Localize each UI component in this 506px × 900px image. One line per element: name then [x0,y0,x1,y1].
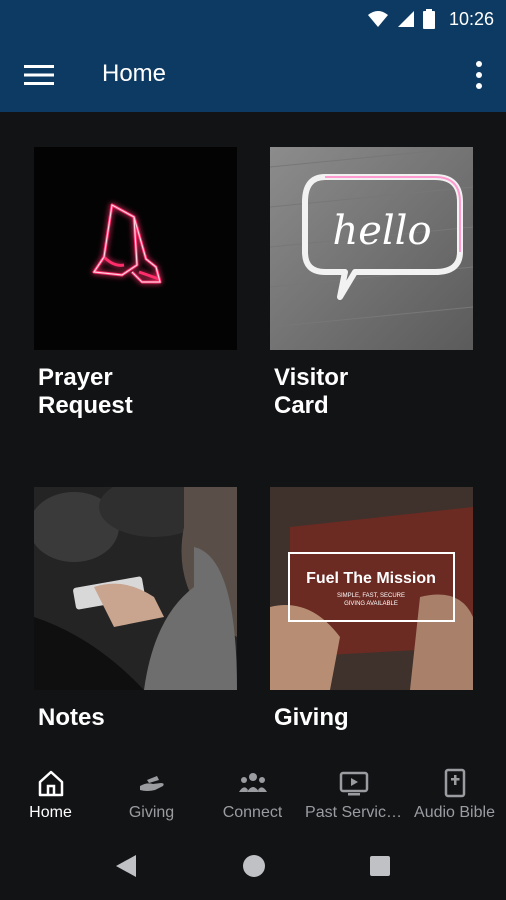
tile-label: Prayer Request [38,364,133,419]
nav-label: Connect [222,804,283,821]
svg-text:Fuel The Mission: Fuel The Mission [306,570,436,587]
audio-bible-icon [444,768,465,798]
nav-connect[interactable]: Connect [202,756,303,836]
tile-label: Giving [274,704,349,731]
home-button-icon[interactable] [242,854,266,878]
connect-icon [238,773,267,792]
page-title: Home [102,60,167,87]
wifi-icon [367,11,388,27]
nav-home[interactable]: Home [0,756,101,836]
status-bar: 10:26 [0,0,506,38]
nav-label: Giving [128,804,175,821]
nav-label: Audio Bible [414,804,495,821]
menu-icon[interactable] [24,63,54,87]
more-options-icon[interactable] [474,60,484,90]
battery-icon [422,9,435,29]
nav-label: Home [29,804,72,821]
cell-signal-icon [397,11,414,27]
notes-image [34,487,237,690]
system-navigation-bar [0,836,506,900]
tile-label: Visitor Card [274,364,349,419]
past-services-icon [339,771,368,796]
nav-past-services[interactable]: Past Servic… [303,756,404,836]
bottom-navigation: Home Giving Connect Past Servic… Audio B… [0,756,506,836]
nav-giving[interactable]: Giving [101,756,202,836]
tile-label: Notes [38,704,105,731]
svg-text:hello: hello [332,208,431,254]
svg-text:GIVING AVAILABLE: GIVING AVAILABLE [344,601,398,607]
nav-label: Past Servic… [305,804,402,821]
back-icon[interactable] [115,854,137,878]
prayer-image [34,147,237,350]
giving-image: Fuel The Mission SIMPLE, FAST, SECURE GI… [270,487,473,690]
nav-audio-bible[interactable]: Audio Bible [404,756,505,836]
recents-icon[interactable] [369,855,391,877]
svg-text:SIMPLE, FAST, SECURE: SIMPLE, FAST, SECURE [337,593,405,599]
home-icon [38,770,63,797]
status-time: 10:26 [448,8,494,29]
visitor-image: hello [270,147,473,350]
app-bar: Home [0,38,506,112]
giving-icon [139,776,164,791]
